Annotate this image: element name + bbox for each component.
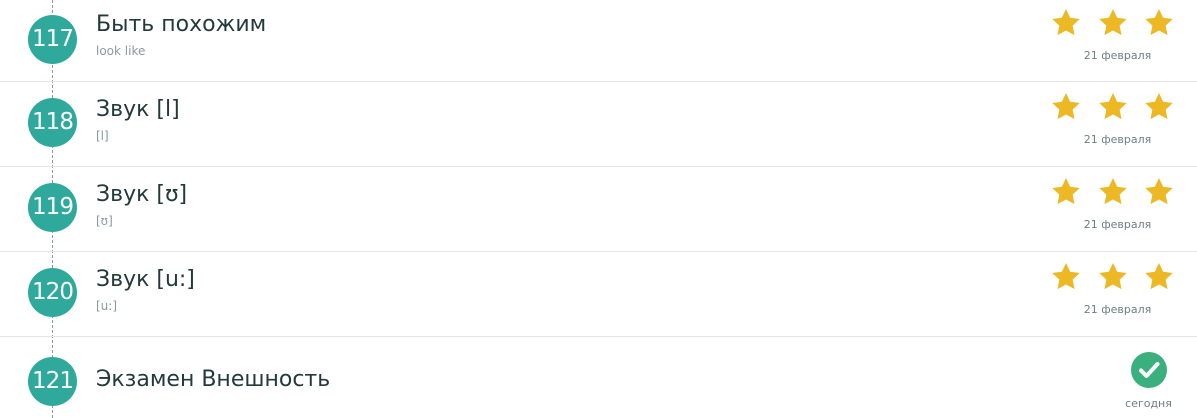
lesson-row[interactable]: 117 Быть похожим look like 21 февраля <box>0 0 1197 82</box>
star-icon <box>1143 91 1175 123</box>
star-icon <box>1097 261 1129 293</box>
star-icon <box>1143 7 1175 39</box>
lesson-title: Звук [u:] <box>96 267 195 292</box>
star-rating <box>1050 176 1175 208</box>
check-circle-icon <box>1131 352 1167 388</box>
lesson-subtitle: [ʊ] <box>96 214 113 228</box>
star-rating <box>1050 91 1175 123</box>
lesson-date: 21 февраля <box>1083 49 1152 62</box>
lesson-row[interactable]: 119 Звук [ʊ] [ʊ] 21 февраля <box>0 167 1197 252</box>
lesson-row[interactable]: 120 Звук [u:] [u:] 21 февраля <box>0 252 1197 337</box>
star-icon <box>1143 261 1175 293</box>
lesson-date: 21 февраля <box>1083 218 1152 231</box>
lesson-title: Звук [ʊ] <box>96 182 188 207</box>
lesson-number-badge: 117 <box>28 15 77 64</box>
lesson-subtitle: [l] <box>96 129 109 143</box>
star-icon <box>1097 176 1129 208</box>
star-icon <box>1050 7 1082 39</box>
star-icon <box>1143 176 1175 208</box>
star-icon <box>1050 176 1082 208</box>
lesson-list: 117 Быть похожим look like 21 февраля 11… <box>0 0 1197 418</box>
lesson-number-badge: 119 <box>28 183 77 232</box>
lesson-date: 21 февраля <box>1083 133 1152 146</box>
star-icon <box>1097 7 1129 39</box>
lesson-number-badge: 118 <box>28 98 77 147</box>
lesson-number-badge: 121 <box>28 357 77 406</box>
lesson-title: Экзамен Внешность <box>96 367 331 392</box>
star-rating <box>1050 7 1175 39</box>
lesson-subtitle: [u:] <box>96 299 118 313</box>
star-icon <box>1050 91 1082 123</box>
star-icon <box>1097 91 1129 123</box>
lesson-number-badge: 120 <box>28 268 77 317</box>
star-icon <box>1050 261 1082 293</box>
lesson-row[interactable]: 118 Звук [l] [l] 21 февраля <box>0 82 1197 167</box>
star-rating <box>1050 261 1175 293</box>
lesson-date: сегодня <box>1125 397 1172 410</box>
lesson-row[interactable]: 121 Экзамен Внешность сегодня <box>0 337 1197 418</box>
lesson-title: Быть похожим <box>96 12 267 37</box>
lesson-title: Звук [l] <box>96 97 180 122</box>
lesson-subtitle: look like <box>96 44 146 58</box>
lesson-date: 21 февраля <box>1083 303 1152 316</box>
